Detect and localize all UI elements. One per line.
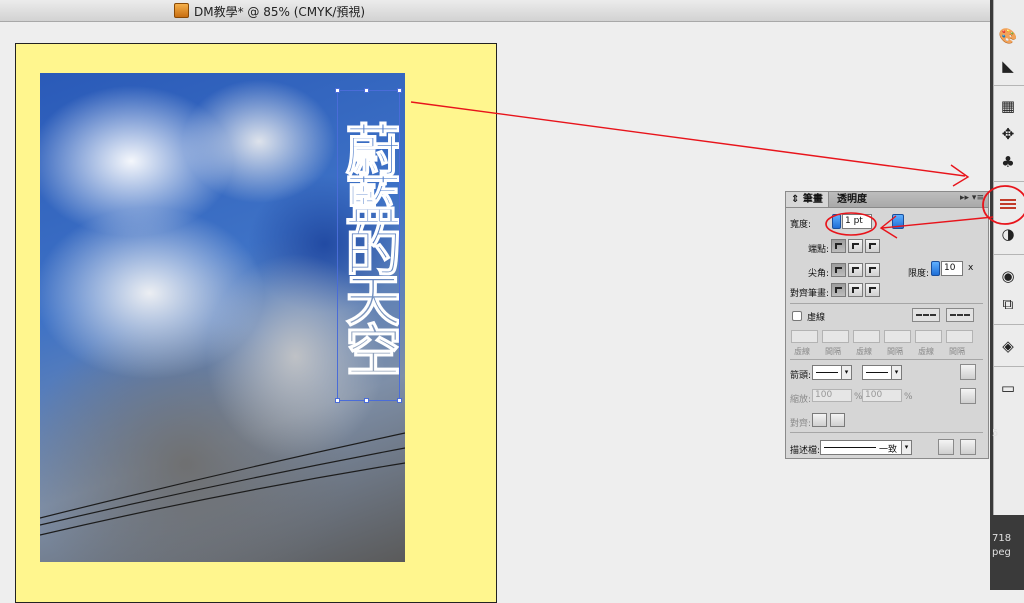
- round-cap-button[interactable]: [848, 239, 863, 253]
- projecting-cap-button[interactable]: [865, 239, 880, 253]
- symbols-club-icon[interactable]: ♣: [996, 150, 1020, 174]
- document-title-bar: DM教學* @ 85% (CMYK/預視): [0, 0, 990, 22]
- artboards-icon[interactable]: ▭: [996, 376, 1020, 400]
- background-text: 718: [992, 533, 1012, 544]
- swap-arrowheads-icon[interactable]: [960, 364, 976, 380]
- brushes-icon[interactable]: ✥: [996, 122, 1020, 146]
- selection-handle[interactable]: [335, 88, 340, 93]
- document-title: DM教學* @ 85% (CMYK/預視): [194, 5, 366, 19]
- bevel-join-button[interactable]: [865, 263, 880, 277]
- dock-divider: [993, 366, 1024, 367]
- gap-field-2[interactable]: [884, 330, 911, 343]
- dash-field-2[interactable]: [853, 330, 880, 343]
- align-inside-button[interactable]: [848, 283, 863, 297]
- dock-divider: [993, 85, 1024, 86]
- dashed-line-checkbox[interactable]: [792, 311, 802, 321]
- limit-stepper[interactable]: [931, 261, 940, 276]
- gap-label: 間隔: [949, 347, 965, 356]
- end-scale-field[interactable]: 100: [862, 389, 902, 402]
- link-scale-icon[interactable]: [960, 388, 976, 404]
- arrowheads-label: 箭頭:: [790, 371, 812, 381]
- scale-label: 縮放:: [790, 395, 812, 405]
- dash-label: 虛線: [918, 347, 934, 356]
- selection-handle[interactable]: [335, 398, 340, 403]
- align-outside-button[interactable]: [865, 283, 880, 297]
- weight-field[interactable]: 1 pt: [842, 214, 872, 229]
- dock-divider: [993, 324, 1024, 325]
- dash-label: 虛線: [856, 347, 872, 356]
- align-center-button[interactable]: [831, 283, 846, 297]
- arrow-align-label: 對齊:: [790, 419, 812, 429]
- text-selection-box[interactable]: [335, 88, 402, 403]
- transparency-icon[interactable]: ◑: [996, 222, 1020, 246]
- dock-divider: [993, 181, 1024, 182]
- appearance-icon[interactable]: ◉: [996, 264, 1020, 288]
- swatches-palette-icon[interactable]: 🎨: [996, 24, 1020, 48]
- butt-cap-button[interactable]: [831, 239, 846, 253]
- dash-field-3[interactable]: [915, 330, 942, 343]
- selection-handle[interactable]: [364, 398, 369, 403]
- align-stroke-label: 對齊筆畫:: [790, 289, 830, 299]
- graphic-styles-icon[interactable]: ⧉: [996, 292, 1020, 316]
- arrow-tip-at-end-button[interactable]: [830, 413, 845, 427]
- profile-dropdown[interactable]: 一致 ▾: [820, 440, 912, 455]
- panel-divider: [790, 303, 983, 304]
- start-scale-field[interactable]: 100: [812, 389, 852, 402]
- dashed-line-label: 虛線: [807, 313, 826, 323]
- limit-field[interactable]: 10: [941, 261, 963, 276]
- align-dash-corners-button[interactable]: [946, 308, 974, 322]
- weight-label: 寬度:: [790, 220, 812, 230]
- panel-menu-icon[interactable]: ▸▸ ▾≡: [960, 193, 984, 203]
- dock-divider: [993, 254, 1024, 255]
- preserve-dash-button[interactable]: [912, 308, 940, 322]
- cap-label: 端點:: [808, 245, 830, 255]
- limit-unit: x: [968, 263, 974, 273]
- gap-field-1[interactable]: [822, 330, 849, 343]
- selection-handle[interactable]: [397, 398, 402, 403]
- round-join-button[interactable]: [848, 263, 863, 277]
- profile-label: 描述檔:: [790, 446, 821, 456]
- background-text: peg: [992, 547, 1011, 558]
- start-arrowhead-dropdown[interactable]: ▾: [812, 365, 852, 380]
- panel-divider: [790, 432, 983, 433]
- limit-label: 限度:: [908, 269, 930, 279]
- profile-value: 一致: [879, 445, 898, 455]
- selection-handle[interactable]: [364, 88, 369, 93]
- gap-label: 間隔: [887, 347, 903, 356]
- layers-icon[interactable]: ◈: [996, 334, 1020, 358]
- percent-sign: %: [904, 392, 913, 402]
- stroke-panel: ⇕ 筆畫 透明度 ▸▸ ▾≡ 寬度: 1 pt 端點: 尖角: 限度: 10 x…: [785, 191, 989, 459]
- panel-tab-bar: ⇕ 筆畫 透明度 ▸▸ ▾≡: [786, 192, 988, 208]
- document-icon: [174, 3, 189, 18]
- stroke-panel-icon[interactable]: [996, 192, 1020, 216]
- tab-stroke[interactable]: ⇕ 筆畫: [786, 192, 829, 207]
- swatch-grid-icon[interactable]: ▦: [996, 94, 1020, 118]
- panel-divider: [790, 359, 983, 360]
- tab-transparency[interactable]: 透明度: [832, 192, 872, 207]
- gradient-icon[interactable]: ◣: [996, 54, 1020, 78]
- selection-handle[interactable]: [397, 88, 402, 93]
- gap-field-3[interactable]: [946, 330, 973, 343]
- dash-field-1[interactable]: [791, 330, 818, 343]
- background-text: 5: [992, 428, 999, 439]
- weight-stepper[interactable]: [832, 214, 841, 229]
- miter-join-button[interactable]: [831, 263, 846, 277]
- corner-label: 尖角:: [808, 269, 830, 279]
- flip-across-icon[interactable]: [960, 439, 976, 455]
- dash-label: 虛線: [794, 347, 810, 356]
- gap-label: 間隔: [825, 347, 841, 356]
- end-arrowhead-dropdown[interactable]: ▾: [862, 365, 902, 380]
- weight-dropdown[interactable]: [892, 214, 904, 229]
- arrow-tip-beyond-button[interactable]: [812, 413, 827, 427]
- flip-along-icon[interactable]: [938, 439, 954, 455]
